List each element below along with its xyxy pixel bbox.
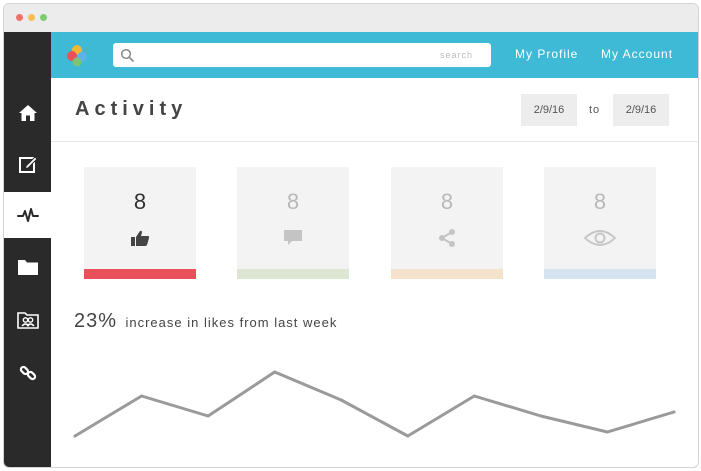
date-to-field[interactable]: 2/9/16 (613, 94, 669, 126)
chart-series-line (73, 370, 676, 438)
views-bar (544, 269, 656, 279)
minimize-window-button[interactable] (28, 14, 35, 21)
chart-point-1 (140, 394, 144, 398)
folder-icon (17, 260, 38, 275)
search-icon (120, 48, 134, 62)
comments-count: 8 (286, 189, 300, 214)
sidebar-item-links[interactable] (4, 350, 51, 396)
eye-icon (584, 230, 616, 246)
sidebar (4, 32, 51, 467)
likes-count: 8 (133, 189, 147, 214)
likes-card[interactable]: 8 (84, 167, 196, 279)
brand-logo (67, 45, 87, 67)
chart-point-9 (672, 410, 676, 414)
chart-point-4 (339, 398, 343, 402)
chart-point-6 (472, 394, 476, 398)
page-header: Activity 2/9/16 to 2/9/16 (51, 78, 698, 142)
likes-bar (84, 269, 196, 279)
title-bar (4, 4, 698, 32)
chart-point-0 (73, 434, 77, 438)
search-hint: search (439, 50, 473, 60)
home-icon (18, 105, 37, 121)
activity-line-chart (73, 370, 676, 438)
top-bar: search My Profile My Account (51, 32, 698, 78)
browser-window: search My Profile My Account Activity 2/… (3, 3, 699, 468)
chart-point-8 (605, 430, 609, 434)
likes-stat: 23% increase in likes from last week (74, 310, 337, 333)
likes-increase-description: increase in likes from last week (125, 315, 338, 330)
thumbs-up-icon (131, 230, 150, 246)
link-icon (19, 365, 36, 381)
date-separator: to (589, 104, 601, 116)
sidebar-item-folder[interactable] (4, 244, 51, 290)
views-count: 8 (593, 189, 607, 214)
sidebar-item-edit[interactable] (4, 141, 51, 187)
views-card[interactable]: 8 (544, 167, 656, 279)
comments-card[interactable]: 8 (237, 167, 349, 279)
shares-card[interactable]: 8 (391, 167, 503, 279)
activity-icon (16, 208, 39, 222)
my-account-link[interactable]: My Account (601, 47, 673, 61)
chart-point-2 (206, 414, 210, 418)
edit-icon (18, 156, 38, 173)
share-icon (439, 229, 455, 247)
comments-bar (237, 269, 349, 279)
search-box: search (113, 43, 491, 67)
date-from-field[interactable]: 2/9/16 (521, 94, 577, 126)
likes-increase-percent: 23% (74, 310, 118, 332)
chart-point-5 (406, 434, 410, 438)
my-profile-link[interactable]: My Profile (515, 47, 578, 61)
maximize-window-button[interactable] (40, 14, 47, 21)
sidebar-item-activity[interactable] (4, 192, 51, 238)
page-title: Activity (75, 98, 188, 120)
chart-point-3 (273, 370, 277, 374)
search-input[interactable] (139, 43, 459, 67)
close-window-button[interactable] (16, 14, 23, 21)
contacts-icon (16, 312, 39, 329)
shares-bar (391, 269, 503, 279)
shares-count: 8 (440, 189, 454, 214)
comment-icon (284, 230, 302, 245)
sidebar-item-contacts[interactable] (4, 297, 51, 343)
chart-point-7 (539, 414, 543, 418)
sidebar-item-home[interactable] (4, 90, 51, 136)
